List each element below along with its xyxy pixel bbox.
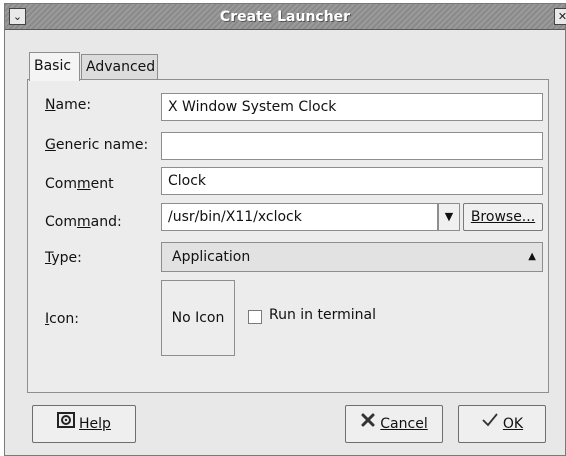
name-field[interactable]: X Window System Clock (161, 93, 543, 121)
command-label-mnemonic: m (76, 214, 91, 230)
close-icon: ✕ (557, 10, 566, 23)
name-label-rest: ame: (55, 97, 92, 113)
basic-panel (27, 79, 549, 393)
comment-label-mnemonic: m (76, 176, 91, 192)
name-label-mnemonic: N (45, 97, 56, 113)
create-launcher-window: ⌄ Create Launcher ✕ Basic Advanced Name:… (4, 3, 566, 456)
name-label: Name: (45, 97, 91, 113)
command-history-dropdown[interactable]: ▼ (438, 203, 460, 231)
generic-name-label-rest: eneric name: (55, 137, 149, 153)
icon-label-rest: con: (49, 311, 79, 327)
comment-label: Comment (45, 176, 114, 192)
browse-label: Browse... (470, 209, 536, 225)
cancel-icon (360, 406, 376, 442)
generic-name-label: Generic name: (45, 137, 148, 153)
tab-advanced[interactable]: Advanced (81, 54, 158, 80)
help-icon (57, 406, 76, 442)
window-title: Create Launcher (219, 9, 351, 25)
generic-name-field[interactable] (161, 132, 543, 160)
cancel-button[interactable]: Cancel (345, 405, 443, 443)
command-label-rest: and: (90, 214, 122, 230)
close-button[interactable]: ✕ (554, 8, 566, 25)
comment-field[interactable]: Clock (161, 167, 543, 195)
ok-label: OK (502, 416, 524, 432)
comment-label-rest: ent (90, 176, 114, 192)
icon-label: Icon: (45, 311, 79, 327)
type-label: Type: (45, 250, 82, 266)
title-bar: ⌄ Create Launcher ✕ (5, 4, 566, 30)
command-label: Command: (45, 214, 122, 230)
run-in-terminal-checkbox[interactable] (248, 310, 262, 324)
browse-button[interactable]: Browse... (463, 203, 543, 231)
command-label-start: Com (45, 214, 77, 230)
type-select-value: Application (172, 249, 251, 265)
run-in-terminal-label: Run in terminal (269, 307, 376, 323)
icon-picker-button[interactable]: No Icon (161, 280, 235, 356)
type-select[interactable]: Application ▲ (161, 242, 543, 272)
select-arrow-icon: ▲ (528, 251, 536, 262)
tab-basic[interactable]: Basic (29, 52, 80, 81)
ok-button[interactable]: OK (458, 405, 546, 443)
cancel-label: Cancel (380, 416, 428, 432)
help-label: Help (79, 416, 111, 432)
chevron-down-icon: ▼ (444, 210, 454, 223)
help-button[interactable]: Help (32, 405, 136, 443)
type-label-rest: ype: (51, 250, 82, 266)
comment-label-start: Com (45, 176, 77, 192)
checkmark-icon (481, 406, 499, 442)
command-field[interactable]: /usr/bin/X11/xclock (161, 203, 438, 231)
generic-name-label-mnemonic: G (45, 137, 56, 153)
